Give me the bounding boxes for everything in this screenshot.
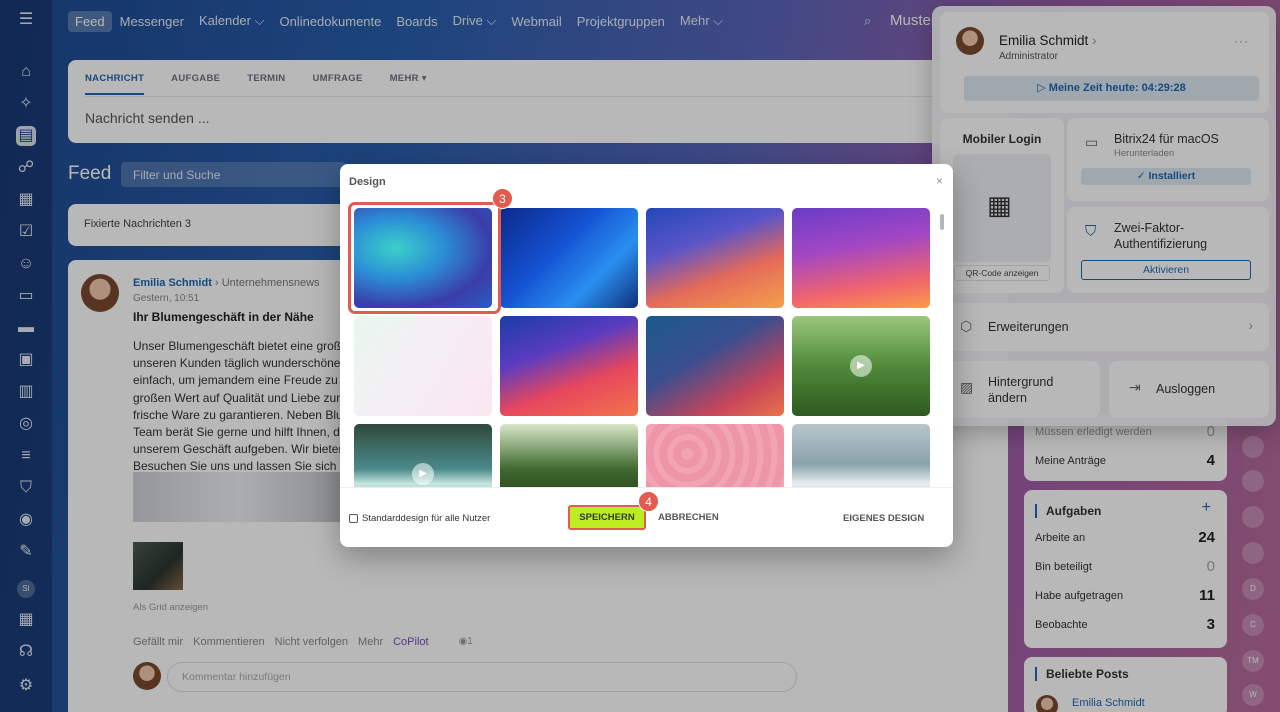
gallery-scrollbar[interactable]	[940, 214, 944, 230]
design-tile-forest-lake[interactable]	[500, 424, 638, 487]
design-tile-pink-hearts[interactable]	[646, 424, 784, 487]
selected-tile-highlight	[348, 202, 501, 314]
dialog-footer-divider	[340, 487, 953, 488]
design-tile-blue-red-waves[interactable]	[500, 316, 638, 416]
design-tile-teal-red-gradient[interactable]	[646, 316, 784, 416]
step-badge-4: 4	[638, 491, 659, 512]
design-tile-blue-orange-flow[interactable]	[646, 208, 784, 308]
design-tile-purple-orange[interactable]	[792, 208, 930, 308]
design-tile-pastel-triangle[interactable]	[354, 316, 492, 416]
close-icon[interactable]: ×	[936, 174, 943, 188]
cancel-button[interactable]: ABBRECHEN	[658, 512, 719, 523]
design-tile-deep-blue-curves[interactable]	[500, 208, 638, 308]
default-design-checkbox[interactable]: Standarddesign für alle Nutzer	[349, 513, 490, 524]
own-design-button[interactable]: EIGENES DESIGN	[843, 513, 924, 524]
save-button[interactable]: SPEICHERN	[568, 505, 646, 530]
step-badge-3: 3	[492, 188, 513, 209]
default-design-label: Standarddesign für alle Nutzer	[362, 513, 491, 524]
design-tile-waterfall-video[interactable]	[354, 424, 492, 487]
design-tile-ocean-waves[interactable]	[792, 424, 930, 487]
design-tile-meadow-video[interactable]	[792, 316, 930, 416]
dialog-title: Design	[349, 176, 386, 188]
checkbox-box[interactable]	[349, 514, 358, 523]
